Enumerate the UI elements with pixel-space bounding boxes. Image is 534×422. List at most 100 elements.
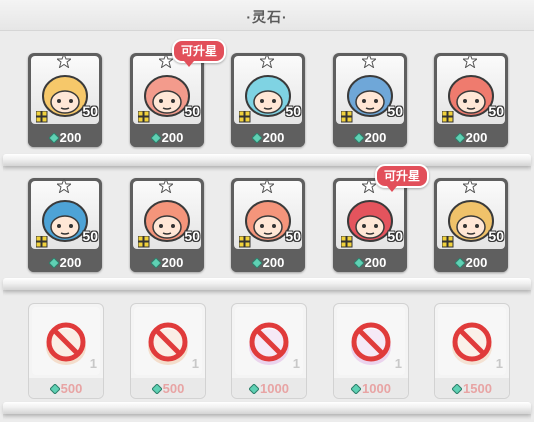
gem-icon — [351, 384, 362, 394]
shop-item-card[interactable]: 1 1000 — [333, 303, 409, 399]
item-count: 50 — [82, 228, 98, 244]
shop-item-card[interactable]: 50 200 — [28, 53, 102, 147]
shop-panel: 50 200 50 200 可升星 50 200 50 200 50 200 5… — [0, 31, 534, 422]
shelf-shadow — [3, 290, 531, 296]
item-price: 200 — [130, 130, 204, 145]
item-count: 50 — [387, 103, 403, 119]
star-icon — [463, 179, 477, 193]
price-value: 1000 — [362, 381, 391, 396]
prohibited-icon — [148, 322, 188, 362]
prohibited-icon — [452, 322, 492, 362]
item-price: 200 — [434, 130, 508, 145]
shop-item-card[interactable]: 50 200 — [231, 53, 305, 147]
gem-icon — [48, 258, 59, 268]
shop-header: ·灵石· — [0, 0, 534, 31]
gem-icon — [353, 133, 364, 143]
gem-icon — [353, 258, 364, 268]
upgrade-badge: 可升星 — [375, 164, 430, 192]
shard-icon — [341, 236, 353, 248]
gem-icon — [150, 258, 161, 268]
item-price: 1000 — [232, 381, 306, 396]
item-count: 1 — [89, 356, 97, 371]
item-price: 200 — [231, 255, 305, 270]
shard-icon — [239, 111, 251, 123]
item-count: 1 — [191, 356, 199, 371]
gem-icon — [454, 258, 465, 268]
shop-item-card[interactable]: 50 200 — [434, 53, 508, 147]
item-count: 50 — [285, 103, 301, 119]
item-price: 1500 — [435, 381, 509, 396]
price-value: 500 — [60, 381, 83, 396]
item-count: 50 — [488, 103, 504, 119]
item-price: 200 — [130, 255, 204, 270]
star-icon — [57, 54, 71, 68]
price-value: 200 — [59, 255, 82, 270]
shard-icon — [442, 236, 454, 248]
shop-item-card[interactable]: 1 500 — [130, 303, 206, 399]
item-price: 200 — [333, 255, 407, 270]
star-icon — [362, 54, 376, 68]
item-price: 200 — [231, 130, 305, 145]
shard-icon — [36, 111, 48, 123]
item-count: 50 — [387, 228, 403, 244]
gem-icon — [150, 133, 161, 143]
prohibited-icon — [249, 322, 289, 362]
gem-icon — [251, 133, 262, 143]
item-price: 200 — [28, 130, 102, 145]
price-value: 200 — [59, 130, 82, 145]
item-count: 50 — [184, 103, 200, 119]
price-value: 200 — [161, 130, 184, 145]
price-value: 200 — [364, 130, 387, 145]
shard-icon — [341, 111, 353, 123]
price-value: 1500 — [463, 381, 492, 396]
prohibited-icon — [46, 322, 86, 362]
shop-item-card[interactable]: 1 500 — [28, 303, 104, 399]
item-price: 500 — [29, 381, 103, 396]
shard-icon — [36, 236, 48, 248]
star-icon — [260, 54, 274, 68]
price-value: 200 — [262, 255, 285, 270]
item-price: 500 — [131, 381, 205, 396]
prohibited-icon — [351, 322, 391, 362]
shard-icon — [239, 236, 251, 248]
shelf — [3, 402, 531, 414]
shop-item-card[interactable]: 1 1000 — [231, 303, 307, 399]
star-icon — [463, 54, 477, 68]
shop-item-card[interactable]: 50 200 — [333, 178, 407, 272]
shop-item-card[interactable]: 1 1500 — [434, 303, 510, 399]
item-count: 1 — [495, 356, 503, 371]
shelf-shadow — [3, 166, 531, 172]
shop-item-card[interactable]: 50 200 — [130, 53, 204, 147]
gem-icon — [452, 384, 463, 394]
star-icon — [159, 179, 173, 193]
item-count: 1 — [394, 356, 402, 371]
shop-item-card[interactable]: 50 200 — [231, 178, 305, 272]
shop-item-card[interactable]: 50 200 — [28, 178, 102, 272]
star-icon — [362, 179, 376, 193]
price-value: 200 — [161, 255, 184, 270]
shard-icon — [442, 111, 454, 123]
item-price: 1000 — [334, 381, 408, 396]
shelf — [3, 278, 531, 290]
star-icon — [260, 179, 274, 193]
upgrade-badge: 可升星 — [172, 39, 227, 67]
item-price: 200 — [434, 255, 508, 270]
shop-item-card[interactable]: 50 200 — [434, 178, 508, 272]
shop-item-card[interactable]: 50 200 — [333, 53, 407, 147]
item-count: 50 — [488, 228, 504, 244]
shop-item-card[interactable]: 50 200 — [130, 178, 204, 272]
gem-icon — [251, 258, 262, 268]
price-value: 200 — [364, 255, 387, 270]
gem-icon — [49, 384, 60, 394]
gem-icon — [454, 133, 465, 143]
item-count: 50 — [285, 228, 301, 244]
price-value: 200 — [465, 130, 488, 145]
star-icon — [57, 179, 71, 193]
item-count: 50 — [82, 103, 98, 119]
star-icon — [159, 54, 173, 68]
item-count: 1 — [292, 356, 300, 371]
shelf — [3, 154, 531, 166]
gem-icon — [151, 384, 162, 394]
item-price: 200 — [28, 255, 102, 270]
page-title: ·灵石· — [246, 9, 288, 25]
